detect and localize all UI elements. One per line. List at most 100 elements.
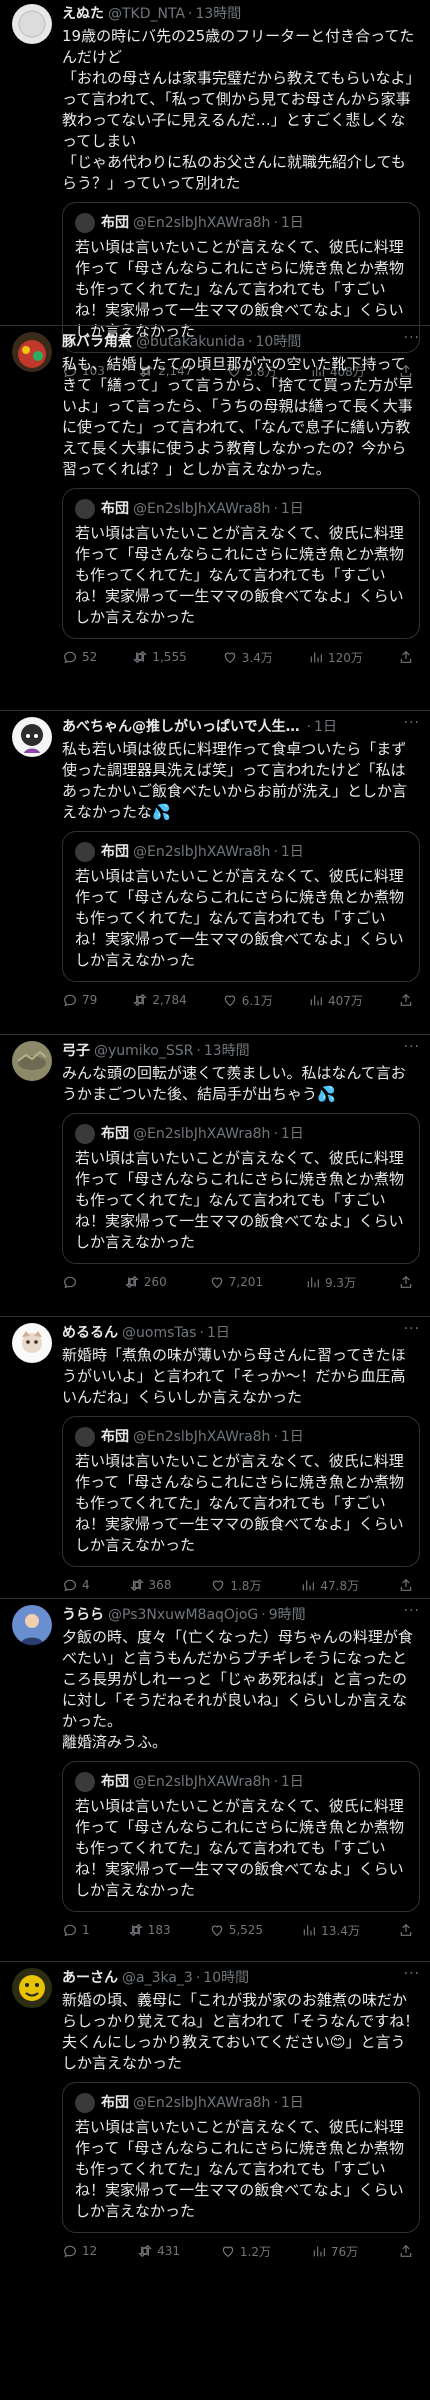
repost-button[interactable]: 2,784 bbox=[132, 992, 187, 1008]
repost-button[interactable]: 183 bbox=[128, 1922, 171, 1938]
timestamp[interactable]: 9時間 bbox=[269, 1605, 306, 1625]
like-button[interactable]: 1.8万 bbox=[210, 1577, 261, 1594]
timestamp[interactable]: 13時間 bbox=[204, 1041, 250, 1061]
like-button[interactable]: 7,201 bbox=[209, 1274, 263, 1290]
separator-dot: · bbox=[273, 844, 278, 860]
avatar[interactable] bbox=[12, 1323, 52, 1363]
more-options-icon[interactable]: ··· bbox=[404, 715, 420, 731]
author-handle[interactable]: @butakakunida bbox=[136, 332, 245, 352]
quoted-author-name: 布団 bbox=[101, 501, 129, 517]
quoted-avatar bbox=[75, 499, 95, 519]
author-name[interactable]: めるるん bbox=[62, 1323, 118, 1343]
post[interactable]: ··· うらら @Ps3NxuwM8aqOjoG · 9時間 夕飯の時、度々「(… bbox=[0, 1601, 430, 1962]
post[interactable]: ··· 豚バラ角煮 @butakakunida · 10時間 私も、結婚したての… bbox=[0, 328, 430, 711]
repost-button[interactable]: 260 bbox=[124, 1274, 167, 1290]
reply-button[interactable] bbox=[62, 1274, 82, 1290]
post[interactable]: えぬた @TKD_NTA · 13時間 19歳の時にバ先の25歳のフリーターと付… bbox=[0, 0, 430, 379]
post[interactable]: ··· めるるん @uomsTas · 1日 新婚時「煮魚の味が薄いから母さんに… bbox=[0, 1319, 430, 1599]
separator-dot: · bbox=[273, 501, 278, 517]
author-name[interactable]: うらら bbox=[62, 1605, 104, 1625]
timestamp[interactable]: 10時間 bbox=[256, 332, 302, 352]
share-button[interactable] bbox=[398, 1274, 414, 1290]
timestamp[interactable]: 10時間 bbox=[203, 1968, 249, 1988]
reply-button[interactable]: 4 bbox=[62, 1577, 90, 1593]
avatar[interactable] bbox=[12, 1041, 52, 1081]
more-options-icon[interactable]: ··· bbox=[404, 1966, 420, 1982]
quoted-author-name: 布団 bbox=[101, 1429, 129, 1445]
share-button[interactable] bbox=[398, 2243, 414, 2259]
view-count: 120万 bbox=[327, 650, 363, 665]
more-options-icon[interactable]: ··· bbox=[404, 1603, 420, 1619]
reply-button[interactable]: 79 bbox=[62, 992, 97, 1008]
share-button[interactable] bbox=[398, 1922, 414, 1938]
reply-button[interactable]: 1 bbox=[62, 1922, 90, 1938]
author-handle[interactable]: @a_3ka_3 bbox=[122, 1968, 193, 1988]
quoted-author-handle: @En2slbJhXAWra8h bbox=[133, 501, 271, 517]
author-name[interactable]: あべちゃん@推しがいっぱいで人生… bbox=[62, 717, 300, 737]
quoted-text: 若い頃は言いたいことが言えなくて、彼氏に料理作って「母さんならこれにさらに焼き魚… bbox=[75, 1149, 404, 1251]
repost-button[interactable]: 1,555 bbox=[132, 649, 187, 665]
like-button[interactable]: 1.2万 bbox=[220, 2243, 271, 2260]
views-button[interactable]: 47.8万 bbox=[300, 1577, 359, 1594]
repost-count: 183 bbox=[147, 1923, 171, 1937]
views-button[interactable]: 120万 bbox=[308, 649, 363, 666]
repost-icon bbox=[129, 1578, 144, 1592]
share-icon bbox=[400, 650, 412, 663]
post[interactable]: ··· あーさん @a_3ka_3 · 10時間 新婚の頃、義母に「これが我が家… bbox=[0, 1964, 430, 2400]
author-handle[interactable]: @TKD_NTA bbox=[108, 4, 185, 24]
views-button[interactable]: 407万 bbox=[308, 992, 363, 1009]
author-handle[interactable]: @Ps3NxuwM8aqOjoG bbox=[108, 1605, 258, 1625]
separator-dot: · bbox=[273, 215, 278, 231]
separator-dot: · bbox=[195, 1970, 201, 1986]
repost-button[interactable]: 431 bbox=[137, 2243, 180, 2259]
repost-count: 2,784 bbox=[152, 993, 187, 1007]
post[interactable]: ··· 弓子 @yumiko_SSR · 13時間 みんな頭の回転が速くて羨まし… bbox=[0, 1037, 430, 1317]
avatar[interactable] bbox=[12, 1968, 52, 2008]
post[interactable]: ··· あべちゃん@推しがいっぱいで人生… · 1日 私も若い頃は彼氏に料理作っ… bbox=[0, 713, 430, 1035]
author-name[interactable]: あーさん bbox=[62, 1968, 118, 1988]
quoted-tweet[interactable]: 布団 @En2slbJhXAWra8h · 1日 若い頃は言いたいことが言えなく… bbox=[62, 831, 420, 982]
post-text: 新婚の頃、義母に「これが我が家のお雑煮の味だからしっかり覚えてね」と言われて「そ… bbox=[62, 1991, 420, 2072]
divider bbox=[0, 1598, 430, 1599]
timestamp[interactable]: 13時間 bbox=[195, 4, 241, 24]
avatar[interactable] bbox=[12, 717, 52, 757]
reply-icon bbox=[64, 994, 76, 1007]
more-options-icon[interactable]: ··· bbox=[404, 1321, 420, 1337]
author-name[interactable]: 弓子 bbox=[62, 1041, 90, 1061]
share-button[interactable] bbox=[398, 1577, 414, 1593]
avatar[interactable] bbox=[12, 332, 52, 372]
author-name[interactable]: 豚バラ角煮 bbox=[62, 332, 132, 352]
reply-button[interactable]: 52 bbox=[62, 649, 97, 665]
repost-button[interactable]: 368 bbox=[129, 1577, 171, 1593]
author-handle[interactable]: @yumiko_SSR bbox=[94, 1041, 193, 1061]
separator-dot: · bbox=[273, 1126, 278, 1142]
quoted-tweet[interactable]: 布団 @En2slbJhXAWra8h · 1日 若い頃は言いたいことが言えなく… bbox=[62, 1416, 420, 1567]
more-options-icon[interactable]: ··· bbox=[404, 330, 420, 346]
author-name[interactable]: えぬた bbox=[62, 4, 104, 24]
quoted-tweet[interactable]: 布団 @En2slbJhXAWra8h · 1日 若い頃は言いたいことが言えなく… bbox=[62, 2082, 420, 2233]
divider bbox=[0, 710, 430, 711]
like-button[interactable]: 5,525 bbox=[209, 1922, 263, 1938]
quoted-tweet[interactable]: 布団 @En2slbJhXAWra8h · 1日 若い頃は言いたいことが言えなく… bbox=[62, 1761, 420, 1912]
views-button[interactable]: 76万 bbox=[311, 2243, 358, 2260]
avatar[interactable] bbox=[12, 1605, 52, 1645]
share-button[interactable] bbox=[398, 649, 414, 665]
quoted-avatar bbox=[75, 1772, 95, 1792]
author-handle[interactable]: @uomsTas bbox=[122, 1323, 196, 1343]
reply-button[interactable]: 12 bbox=[62, 2243, 97, 2259]
avatar[interactable] bbox=[12, 4, 52, 44]
timestamp[interactable]: 1日 bbox=[314, 717, 337, 737]
share-icon bbox=[400, 1578, 412, 1591]
more-options-icon[interactable]: ··· bbox=[404, 1039, 420, 1055]
quoted-author-name: 布団 bbox=[101, 2095, 129, 2111]
views-button[interactable]: 9.3万 bbox=[305, 1274, 356, 1291]
share-button[interactable] bbox=[398, 992, 414, 1008]
views-button[interactable]: 13.4万 bbox=[301, 1922, 360, 1939]
quoted-tweet[interactable]: 布団 @En2slbJhXAWra8h · 1日 若い頃は言いたいことが言えなく… bbox=[62, 488, 420, 639]
like-button[interactable]: 3.4万 bbox=[222, 649, 273, 666]
timestamp[interactable]: 1日 bbox=[207, 1323, 230, 1343]
quoted-tweet[interactable]: 布団 @En2slbJhXAWra8h · 1日 若い頃は言いたいことが言えなく… bbox=[62, 1113, 420, 1264]
quoted-avatar bbox=[75, 2093, 95, 2113]
like-button[interactable]: 6.1万 bbox=[222, 992, 273, 1009]
post-text: みんな頭の回転が速くて羨ましい。私はなんて言おうかまごついた後、結局手が出ちゃう… bbox=[62, 1064, 406, 1103]
